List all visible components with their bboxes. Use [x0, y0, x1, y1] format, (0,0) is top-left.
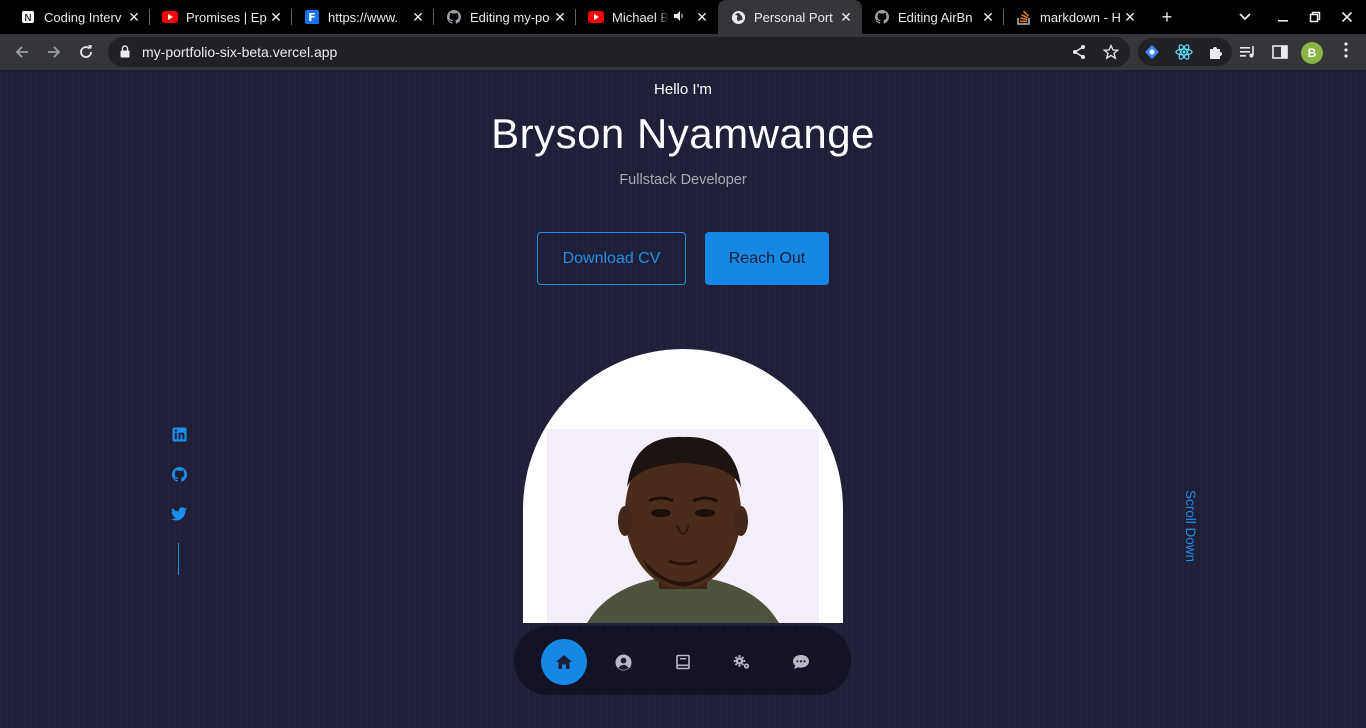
notion-icon: N — [20, 9, 36, 25]
greeting-text: Hello I'm — [654, 81, 712, 98]
github-icon — [446, 9, 462, 25]
url-text[interactable]: my-portfolio-six-beta.vercel.app — [142, 44, 337, 60]
github-icon[interactable] — [170, 465, 188, 483]
forward-icon[interactable] — [40, 38, 68, 66]
restore-icon[interactable] — [1301, 0, 1329, 34]
tab-personal-portfolio[interactable]: Personal Port ✕ — [718, 0, 862, 34]
bottom-nav — [514, 626, 851, 695]
globe-icon — [730, 9, 746, 25]
github-icon — [874, 9, 890, 25]
nav-home-icon[interactable] — [541, 639, 587, 685]
stackoverflow-icon — [1016, 9, 1032, 25]
tab-michael-b[interactable]: Michael B ✕ — [576, 0, 718, 34]
profile-photo — [547, 429, 819, 623]
tab-coding-interview[interactable]: N Coding Interv ✕ — [8, 0, 150, 34]
back-icon[interactable] — [8, 38, 36, 66]
new-tab-button[interactable]: + — [1153, 0, 1181, 34]
extension-blue-icon[interactable] — [1142, 42, 1162, 62]
hero-role: Fullstack Developer — [619, 172, 747, 188]
twitter-icon[interactable] — [170, 505, 188, 523]
bookmark-star-icon[interactable] — [1102, 43, 1120, 61]
profile-photo-frame — [523, 349, 843, 623]
hero-name: Bryson Nyamwange — [491, 110, 875, 157]
tab-editing-my-portfolio[interactable]: Editing my-po ✕ — [434, 0, 576, 34]
tab-title: Michael B — [612, 9, 670, 25]
svg-text:N: N — [24, 13, 31, 24]
tab-promises[interactable]: Promises | Ep ✕ — [150, 0, 292, 34]
nav-contact-chat-icon[interactable] — [778, 639, 824, 685]
close-tab-icon[interactable]: ✕ — [694, 9, 710, 25]
address-bar[interactable]: my-portfolio-six-beta.vercel.app — [108, 37, 1130, 67]
speaker-icon[interactable] — [673, 10, 685, 25]
close-tab-icon[interactable]: ✕ — [838, 9, 854, 25]
close-tab-icon[interactable]: ✕ — [552, 9, 568, 25]
f-logo-icon: F — [304, 9, 320, 25]
lock-icon[interactable] — [120, 45, 130, 63]
tab-www[interactable]: F https://www. ✕ — [292, 0, 434, 34]
download-cv-button[interactable]: Download CV — [537, 232, 686, 285]
profile-avatar[interactable]: B — [1301, 42, 1323, 64]
browser-toolbar: my-portfolio-six-beta.vercel.app B — [0, 34, 1366, 71]
browser-menu-icon[interactable] — [1340, 42, 1352, 62]
puzzle-extensions-icon[interactable] — [1206, 42, 1226, 62]
youtube-icon — [588, 9, 604, 25]
close-tab-icon[interactable]: ✕ — [126, 9, 142, 25]
reach-out-button[interactable]: Reach Out — [705, 232, 829, 285]
svg-text:F: F — [308, 11, 316, 24]
extensions-group — [1138, 38, 1232, 66]
tab-markdown[interactable]: markdown - H ✕ — [1004, 0, 1146, 34]
close-window-icon[interactable] — [1333, 0, 1361, 34]
scroll-down-text[interactable]: Scroll Down — [1183, 490, 1198, 562]
tab-strip: N Coding Interv ✕ Promises | Ep ✕ F http… — [0, 0, 1366, 34]
nav-services-gears-icon[interactable] — [719, 639, 765, 685]
nav-experience-book-icon[interactable] — [660, 639, 706, 685]
youtube-icon — [162, 9, 178, 25]
close-tab-icon[interactable]: ✕ — [1122, 9, 1138, 25]
media-queue-icon[interactable] — [1238, 42, 1258, 62]
share-icon[interactable] — [1070, 43, 1088, 61]
close-tab-icon[interactable]: ✕ — [980, 9, 996, 25]
reload-icon[interactable] — [72, 38, 100, 66]
tab-search-icon[interactable] — [1231, 0, 1259, 34]
minimize-icon[interactable] — [1269, 0, 1297, 34]
page-viewport: Hello I'm Bryson Nyamwange Fullstack Dev… — [0, 72, 1366, 728]
side-panel-icon[interactable] — [1270, 42, 1290, 62]
close-tab-icon[interactable]: ✕ — [410, 9, 426, 25]
nav-about-user-icon[interactable] — [600, 639, 646, 685]
scroll-down-link[interactable]: Scroll Down — [1182, 490, 1198, 574]
react-devtools-icon[interactable] — [1174, 42, 1194, 62]
social-divider-line — [178, 543, 179, 575]
linkedin-icon[interactable] — [170, 425, 188, 443]
tab-editing-airbnb[interactable]: Editing AirBn ✕ — [862, 0, 1004, 34]
close-tab-icon[interactable]: ✕ — [268, 9, 284, 25]
